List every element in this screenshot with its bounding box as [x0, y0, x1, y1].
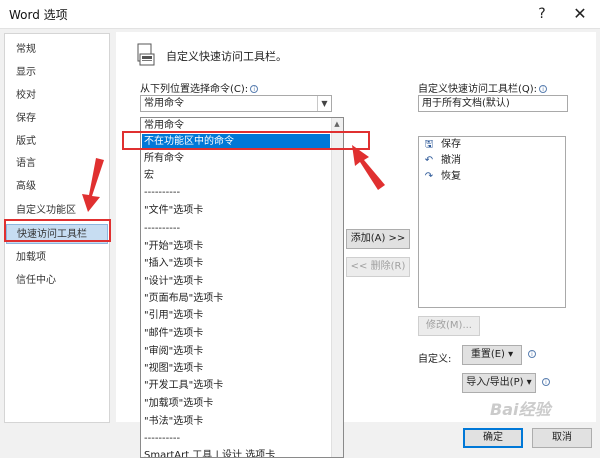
choose-commands-value: 常用命令: [144, 98, 184, 109]
sidebar-item-customize-ribbon[interactable]: 自定义功能区: [6, 201, 108, 221]
dropdown-option[interactable]: "开始"选项卡: [142, 239, 330, 255]
info-icon: i: [250, 85, 259, 93]
info-icon: i: [542, 378, 550, 386]
annotation-box-sidebar: [4, 219, 111, 242]
dropdown-option[interactable]: "邮件"选项卡: [142, 326, 330, 342]
dropdown-separator: ----------: [144, 433, 181, 444]
dropdown-option[interactable]: "书法"选项卡: [142, 414, 330, 430]
toolbar-document-icon: [137, 43, 155, 66]
dropdown-option[interactable]: "页面布局"选项卡: [142, 291, 330, 307]
qat-item-label: 恢复: [441, 171, 461, 182]
save-icon: 🖫: [424, 139, 434, 150]
ok-button[interactable]: 确定: [463, 428, 523, 448]
modify-button[interactable]: 修改(M)...: [418, 316, 480, 336]
dropdown-option[interactable]: "视图"选项卡: [142, 361, 330, 377]
window-title: Word 选项: [9, 8, 68, 22]
list-item[interactable]: 🖫 保存: [423, 137, 461, 153]
annotation-box-option: [122, 131, 370, 150]
dropdown-option[interactable]: "文件"选项卡: [142, 203, 330, 219]
help-button[interactable]: ?: [530, 3, 554, 25]
dropdown-separator: ----------: [144, 187, 181, 198]
page-title: 自定义快速访问工具栏。: [166, 50, 287, 63]
dropdown-separator: ----------: [144, 223, 181, 234]
qat-item-label: 撤消: [441, 155, 461, 166]
watermark-logo: Bai经验: [490, 400, 551, 419]
sidebar-item-advanced[interactable]: 高级: [6, 177, 108, 197]
qat-list[interactable]: 🖫 保存 ↶ 撤消 ↷ 恢复: [418, 136, 566, 308]
choose-commands-label: 从下列位置选择命令(C): i: [140, 80, 259, 95]
sidebar-item-language[interactable]: 语言: [6, 154, 108, 174]
sidebar-item-addins[interactable]: 加载项: [6, 248, 108, 268]
dropdown-option[interactable]: "插入"选项卡: [142, 256, 330, 272]
title-bar: Word 选项 ? ✕: [0, 0, 600, 28]
info-icon: i: [528, 350, 536, 358]
list-item[interactable]: ↷ 恢复: [423, 169, 461, 185]
reset-button[interactable]: 重置(E) ▾: [462, 345, 522, 365]
import-export-button[interactable]: 导入/导出(P) ▾: [462, 373, 536, 393]
choose-commands-select[interactable]: 常用命令 ▼: [140, 95, 332, 112]
dropdown-scrollbar[interactable]: ▲: [331, 118, 343, 457]
sidebar-item-general[interactable]: 常规: [6, 40, 108, 60]
sidebar-item-display[interactable]: 显示: [6, 63, 108, 83]
info-icon: i: [539, 85, 548, 93]
customize-qat-label: 自定义快速访问工具栏(Q): i: [418, 80, 548, 95]
close-button[interactable]: ✕: [568, 3, 592, 25]
sidebar-item-proofing[interactable]: 校对: [6, 86, 108, 106]
chevron-down-icon[interactable]: ▼: [317, 96, 331, 111]
customize-qat-select[interactable]: 用于所有文档(默认): [418, 95, 568, 112]
customize-qat-value: 用于所有文档(默认): [422, 98, 510, 109]
redo-icon: ↷: [424, 171, 434, 182]
dropdown-option[interactable]: 宏: [142, 168, 330, 184]
sidebar-item-save[interactable]: 保存: [6, 109, 108, 129]
dropdown-option[interactable]: "设计"选项卡: [142, 274, 330, 290]
scroll-up-icon[interactable]: ▲: [331, 118, 343, 130]
dropdown-option[interactable]: "审阅"选项卡: [142, 344, 330, 360]
remove-button[interactable]: << 删除(R): [346, 257, 410, 277]
add-button[interactable]: 添加(A) >>: [346, 229, 410, 249]
qat-item-label: 保存: [441, 139, 461, 150]
sidebar-item-layout[interactable]: 版式: [6, 132, 108, 152]
cancel-button[interactable]: 取消: [532, 428, 592, 448]
choose-commands-dropdown[interactable]: 常用命令 不在功能区中的命令 所有命令 宏 ---------- "文件"选项卡…: [140, 117, 344, 458]
dropdown-option[interactable]: "开发工具"选项卡: [142, 378, 330, 394]
sidebar-item-trust-center[interactable]: 信任中心: [6, 271, 108, 291]
dropdown-option[interactable]: 所有命令: [142, 151, 330, 167]
dropdown-option[interactable]: "加载项"选项卡: [142, 396, 330, 412]
dropdown-option[interactable]: "引用"选项卡: [142, 308, 330, 324]
dropdown-option[interactable]: SmartArt 工具 | 设计 选项卡: [142, 448, 330, 457]
customize-text: 自定义:: [418, 354, 452, 365]
undo-icon: ↶: [424, 155, 434, 166]
list-item[interactable]: ↶ 撤消: [423, 153, 461, 169]
